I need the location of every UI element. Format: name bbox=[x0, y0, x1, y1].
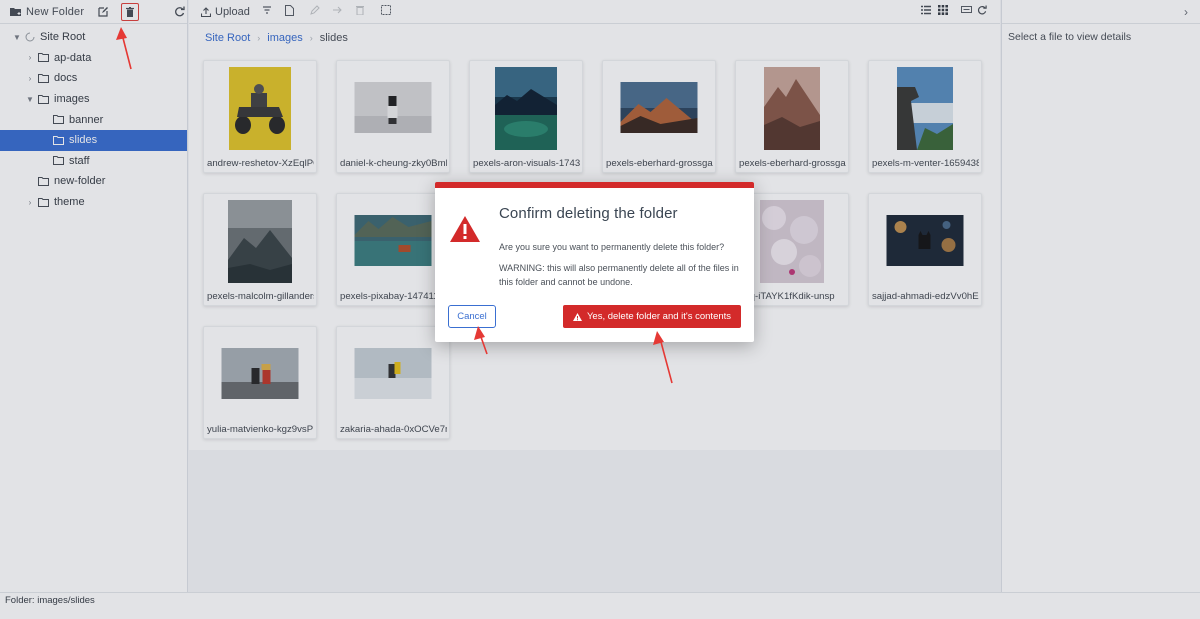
confirm-delete-label: Yes, delete folder and it's contents bbox=[586, 311, 732, 322]
confirm-delete-dialog: Confirm deleting the folder Are you sure… bbox=[435, 182, 754, 342]
dialog-warning: WARNING: this will also permanently dele… bbox=[499, 263, 739, 287]
warning-icon bbox=[572, 312, 582, 321]
dialog-title: Confirm deleting the folder bbox=[499, 205, 678, 222]
dialog-message: Are you sure you want to permanently del… bbox=[499, 242, 725, 252]
confirm-delete-button[interactable]: Yes, delete folder and it's contents bbox=[563, 305, 741, 328]
cancel-button[interactable]: Cancel bbox=[448, 305, 496, 328]
warning-icon bbox=[450, 216, 480, 242]
